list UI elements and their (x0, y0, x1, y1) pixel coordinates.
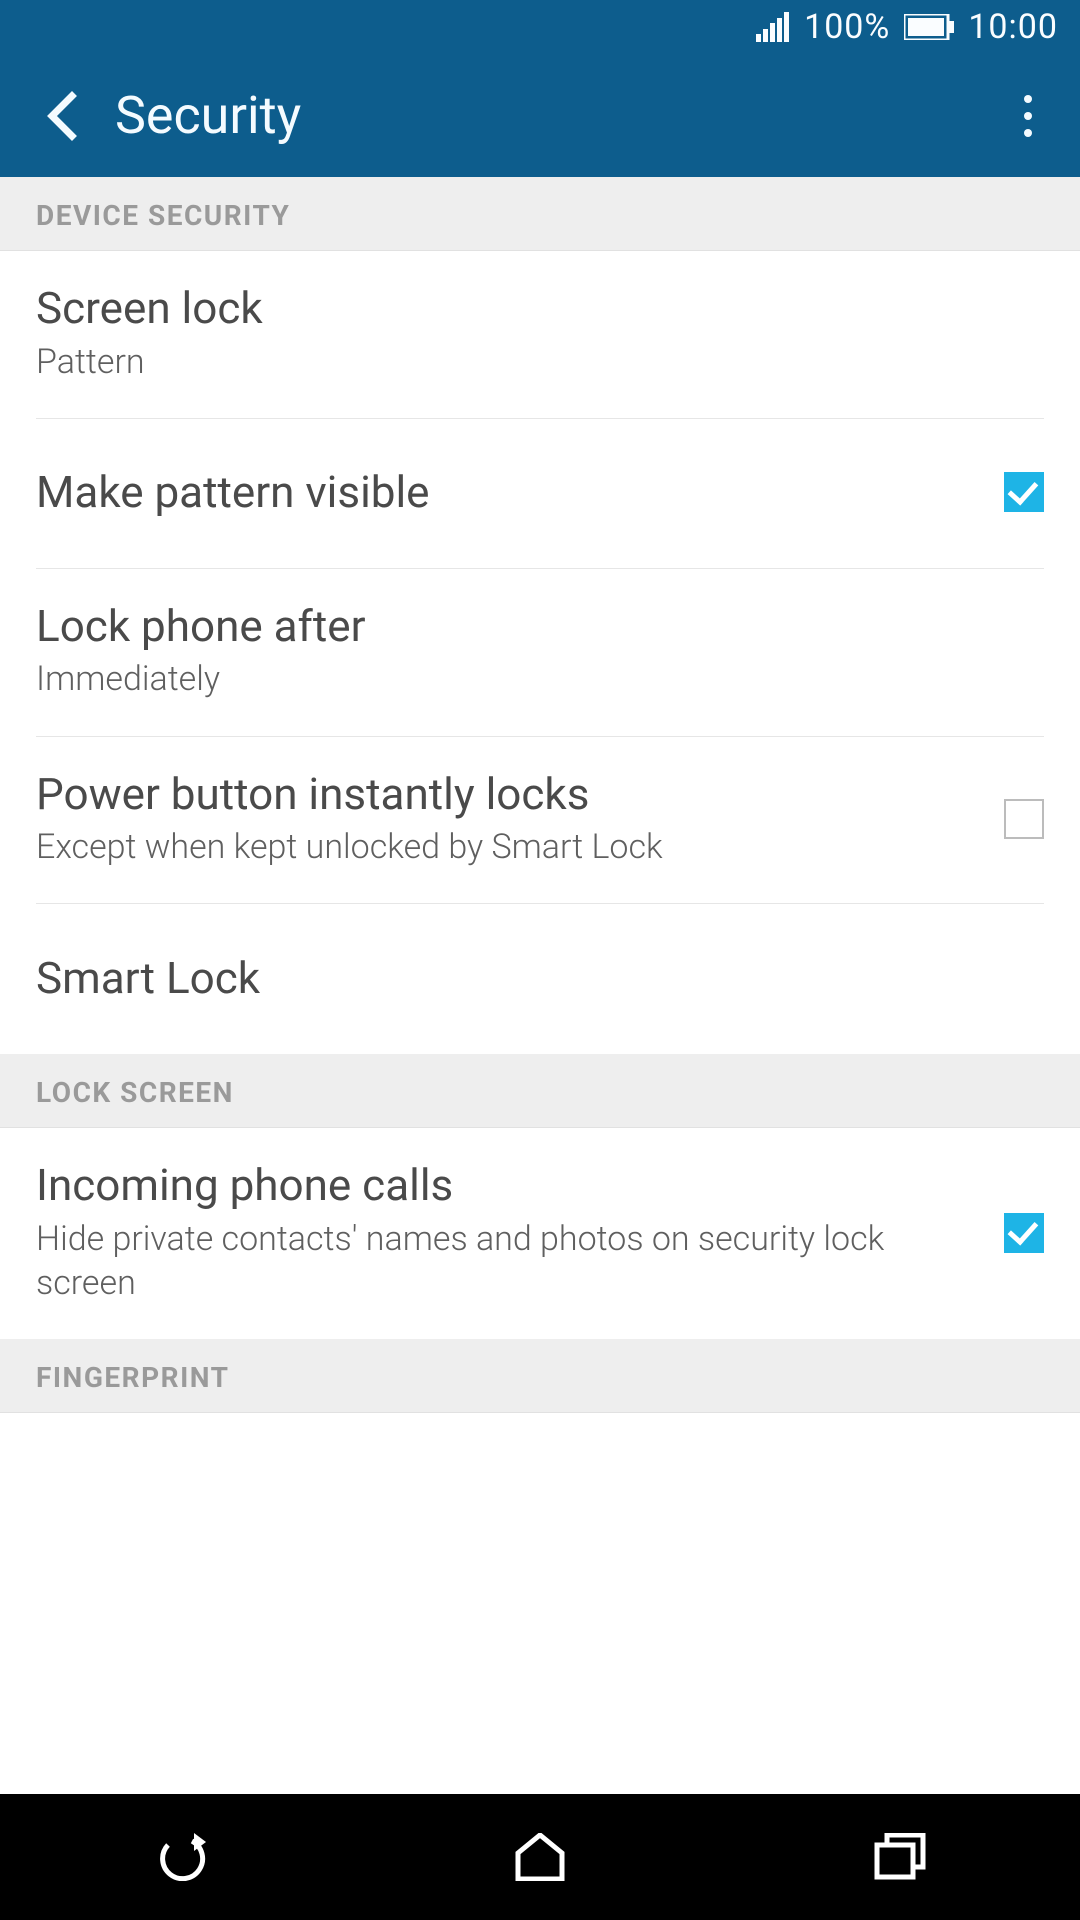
row-make-pattern-visible[interactable]: Make pattern visible (0, 419, 1080, 569)
navigation-bar (0, 1794, 1080, 1920)
clock: 10:00 (968, 7, 1058, 47)
status-bar: 100% 10:00 (0, 0, 1080, 54)
row-smart-lock[interactable]: Smart Lock (0, 904, 1080, 1054)
section-header-lock-screen: LOCK SCREEN (0, 1054, 1080, 1128)
checkbox-make-pattern-visible[interactable] (1004, 472, 1044, 512)
row-incoming-phone-calls[interactable]: Incoming phone calls Hide private contac… (0, 1128, 1080, 1339)
dots-icon (1024, 112, 1032, 120)
nav-back-button[interactable] (120, 1817, 240, 1897)
row-title: Power button instantly locks (36, 769, 980, 820)
nav-home-button[interactable] (480, 1817, 600, 1897)
row-title: Make pattern visible (36, 467, 980, 518)
app-bar: Security (0, 54, 1080, 177)
row-subtitle: Except when kept unlocked by Smart Lock (36, 825, 980, 869)
battery-icon (904, 14, 954, 40)
checkbox-power-button-locks[interactable] (1004, 799, 1044, 839)
back-button[interactable] (35, 90, 87, 142)
row-subtitle: Hide private contacts' names and photos … (36, 1217, 980, 1305)
overflow-menu-button[interactable] (1002, 90, 1054, 142)
dots-icon (1024, 95, 1032, 103)
row-title: Incoming phone calls (36, 1160, 980, 1211)
row-power-button-locks[interactable]: Power button instantly locks Except when… (0, 737, 1080, 905)
battery-percent: 100% (804, 7, 890, 47)
checkbox-incoming-phone-calls[interactable] (1004, 1213, 1044, 1253)
row-lock-phone-after[interactable]: Lock phone after Immediately (0, 569, 1080, 737)
dots-icon (1024, 129, 1032, 137)
row-screen-lock[interactable]: Screen lock Pattern (0, 251, 1080, 419)
row-subtitle: Immediately (36, 657, 1044, 701)
page-title: Security (115, 85, 1002, 146)
settings-list: DEVICE SECURITY Screen lock Pattern Make… (0, 177, 1080, 1413)
row-subtitle: Pattern (36, 340, 1044, 384)
row-title: Smart Lock (36, 953, 1044, 1004)
section-header-fingerprint: FINGERPRINT (0, 1339, 1080, 1413)
row-title: Screen lock (36, 283, 1044, 334)
nav-recent-button[interactable] (840, 1817, 960, 1897)
row-title: Lock phone after (36, 601, 1044, 652)
section-header-device-security: DEVICE SECURITY (0, 177, 1080, 251)
signal-icon (756, 12, 790, 42)
